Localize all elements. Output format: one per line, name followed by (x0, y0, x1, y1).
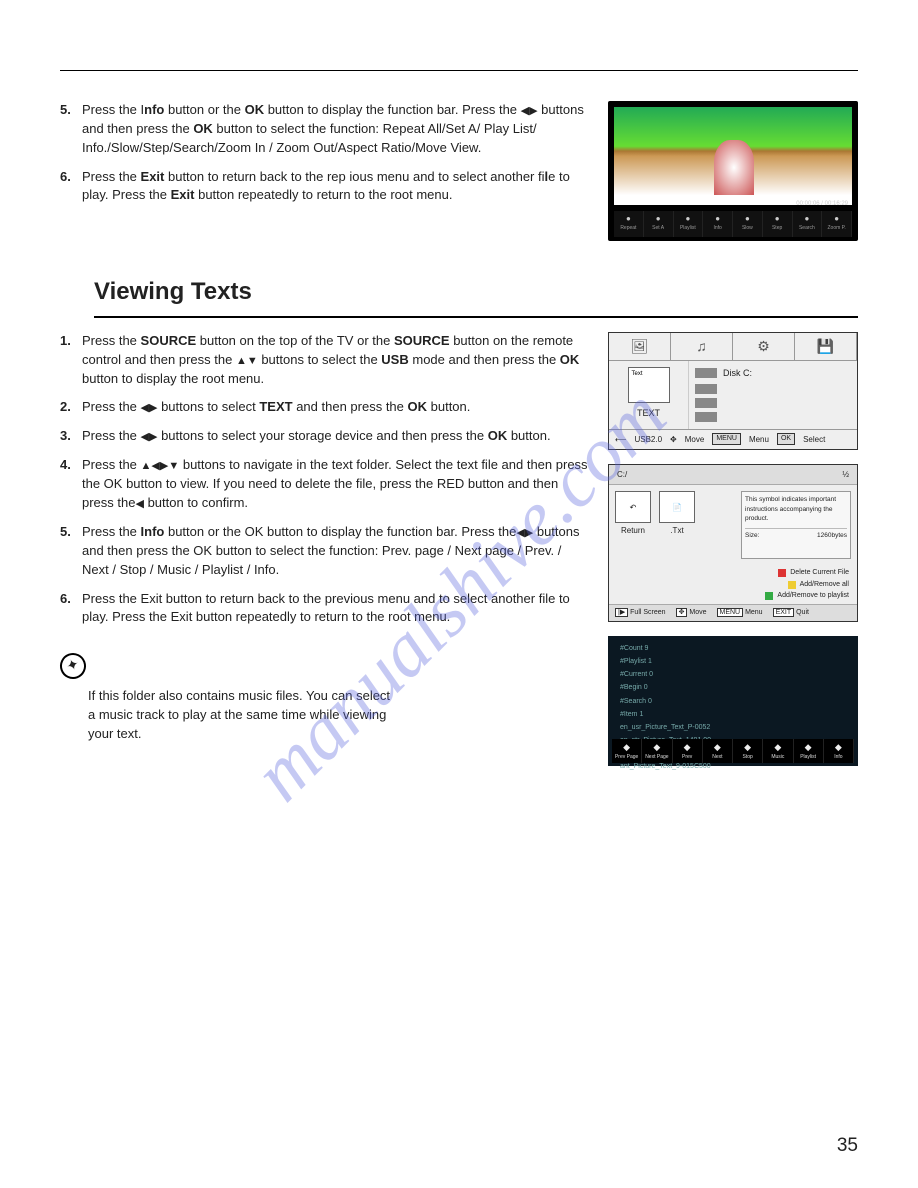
text-bar-item: Next (703, 739, 733, 763)
top-step-list: 5.Press the Info button or the OK button… (60, 101, 590, 205)
main-step-list: 1.Press the SOURCE button on the top of … (60, 332, 590, 628)
function-bar-item: Zoom P. (822, 211, 852, 237)
return-icon: ↶ (615, 491, 651, 523)
tab-icon: ⚙ (733, 333, 795, 360)
pin-icon: ✦ (56, 650, 89, 683)
section-heading: Viewing Texts (94, 275, 858, 318)
text-bar-item: Stop (733, 739, 763, 763)
text-bar-item: Info (824, 739, 854, 763)
function-bar-item: Set A (644, 211, 674, 237)
tab-icon: 💾 (795, 333, 857, 360)
figure-file-browser: C:/½ ↶Return 📄.Txt This symbol indicates… (608, 464, 858, 622)
step-item: 5.Press the Info button or the OK button… (60, 101, 590, 158)
text-bar-item: Prev (673, 739, 703, 763)
step-item: 4.Press the buttons to navigate in the t… (60, 456, 590, 513)
step-item: 3.Press the buttons to select your stora… (60, 427, 590, 446)
function-bar-item: Slow (733, 211, 763, 237)
figure-text-root-menu: 🖼♫⚙💾 TEXT Disk C: ⟵USB2.0 ✥Move (608, 332, 858, 450)
function-bar-item: Search (793, 211, 823, 237)
playback-time: 00:00:06 / 00:16:29 (796, 200, 848, 209)
function-bar-item: Repeat (614, 211, 644, 237)
drive-label: Disk C: (723, 367, 752, 380)
step-item: 2.Press the buttons to select TEXT and t… (60, 398, 590, 417)
function-bar-item: Info (703, 211, 733, 237)
text-bar-item: Prev Page (612, 739, 642, 763)
page-content: 5.Press the Info button or the OK button… (60, 70, 858, 1148)
text-bar-item: Music (763, 739, 793, 763)
tab-icon: ♫ (671, 333, 733, 360)
txt-file-icon: 📄 (659, 491, 695, 523)
step-item: 6.Press the Exit button to return back t… (60, 168, 590, 206)
usb-icon: ⟵ (615, 434, 626, 446)
text-bar-item: Playlist (794, 739, 824, 763)
figure-text-viewer: #Count 9#Playlist 1#Current 0#Begin 0#Se… (608, 636, 858, 766)
step-item: 1.Press the SOURCE button on the top of … (60, 332, 590, 389)
note-text: If this folder also contains music files… (60, 687, 400, 744)
text-label: TEXT (615, 407, 682, 420)
function-bar-item: Playlist (674, 211, 704, 237)
text-icon (628, 367, 670, 403)
step-item: 5.Press the Info button or the OK button… (60, 523, 590, 580)
tab-icon: 🖼 (609, 333, 671, 360)
step-item: 6.Press the Exit button to return back t… (60, 590, 590, 628)
figure-video-playback: 00:00:06 / 00:16:29 RepeatSet APlaylistI… (608, 101, 858, 241)
page-number: 35 (837, 1132, 858, 1160)
function-bar-item: Step (763, 211, 793, 237)
text-bar-item: Next Page (642, 739, 672, 763)
